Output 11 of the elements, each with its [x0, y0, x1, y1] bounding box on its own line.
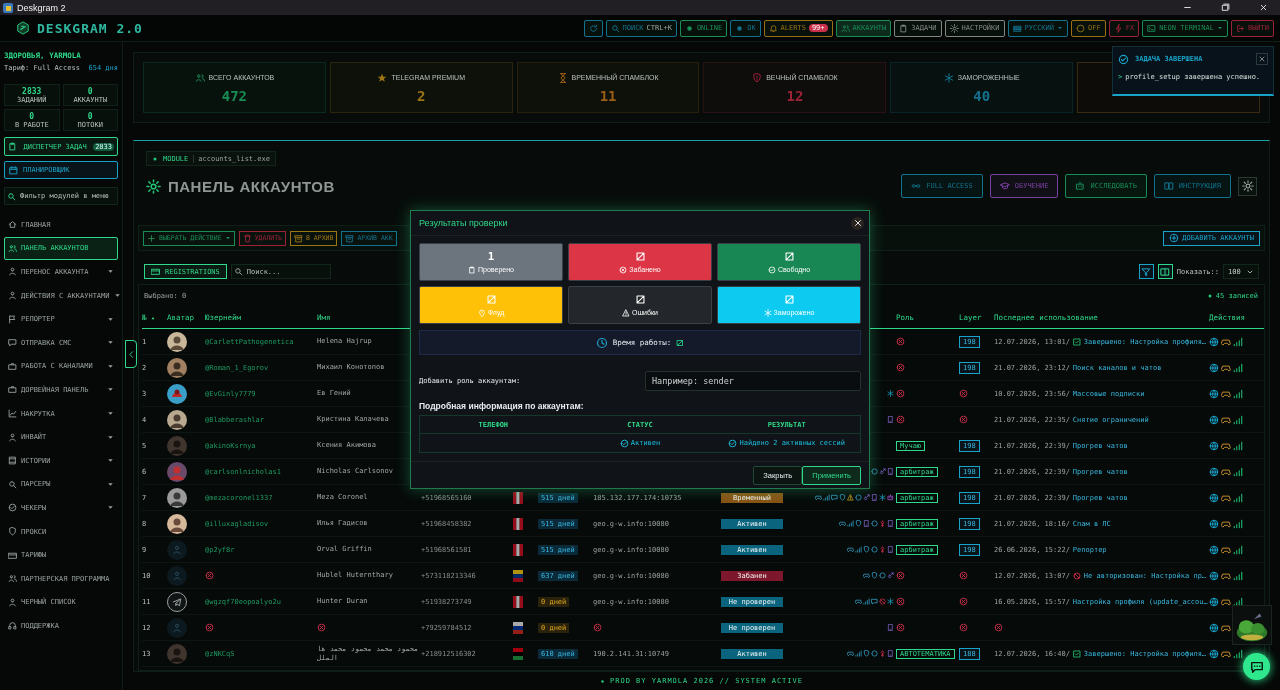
app-logo: DESKGRAM 2.0 [37, 20, 143, 36]
card-value: 11 [599, 88, 617, 103]
card-value: 40 [973, 88, 991, 103]
panel-title: ПАНЕЛЬ АККАУНТОВ [168, 177, 335, 195]
card-value: 12 [786, 88, 804, 103]
dialog-title: Результаты проверки [419, 218, 508, 228]
window-title: Deskgram 2 [17, 2, 66, 13]
role-input[interactable]: Например: sender [645, 371, 861, 391]
card-value: 2 [417, 88, 426, 103]
card-value: 472 [221, 88, 248, 103]
details-heading: Подробная информация по аккаунтам: [419, 401, 585, 411]
